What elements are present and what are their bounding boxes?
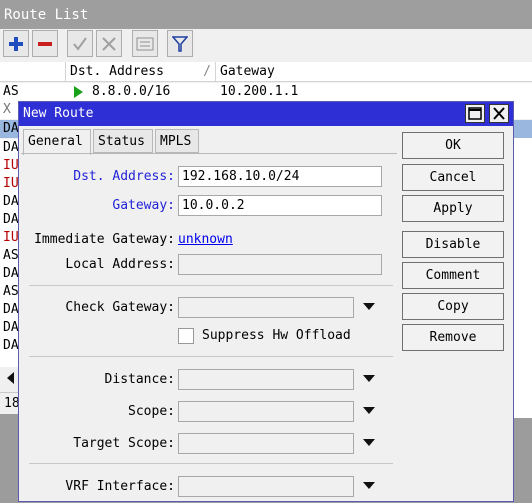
maximize-button[interactable] xyxy=(465,104,485,123)
scope-select[interactable] xyxy=(178,401,354,422)
disable-button[interactable]: Disable xyxy=(402,231,504,258)
general-panel: Dst. Address: 192.168.10.0/24 Gateway: 1… xyxy=(21,153,397,503)
suppress-hw-offload-checkbox[interactable] xyxy=(178,328,194,344)
dst-address-field[interactable]: 192.168.10.0/24 xyxy=(178,166,382,187)
flags-column-header[interactable] xyxy=(0,62,66,82)
local-address-field xyxy=(178,254,382,275)
dialog-title-bar: New Route xyxy=(19,102,513,126)
filter-icon xyxy=(172,35,188,52)
remove-button[interactable]: Remove xyxy=(402,324,504,351)
apply-button[interactable]: Apply xyxy=(402,195,504,222)
copy-button[interactable]: Copy xyxy=(402,293,504,320)
comment-button[interactable] xyxy=(132,30,158,57)
chevron-down-icon[interactable] xyxy=(362,476,376,496)
target-scope-label: Target Scope: xyxy=(73,436,175,451)
active-route-icon xyxy=(74,86,83,98)
gateway-column-header[interactable]: Gateway xyxy=(216,62,532,82)
vrf-interface-label: VRF Interface: xyxy=(65,479,175,494)
distance-select[interactable] xyxy=(178,369,354,390)
chevron-down-icon[interactable] xyxy=(362,401,376,421)
add-button[interactable] xyxy=(3,30,29,57)
filter-button[interactable] xyxy=(167,30,193,57)
close-icon xyxy=(493,107,505,120)
sort-icon: / xyxy=(203,64,211,79)
new-route-dialog: New Route General Status MPLS Dst. Addre… xyxy=(18,101,514,502)
chevron-down-icon[interactable] xyxy=(362,433,376,453)
tab-general[interactable]: General xyxy=(23,129,91,155)
tab-mpls[interactable]: MPLS xyxy=(155,129,199,153)
comment-button[interactable]: Comment xyxy=(402,262,504,289)
check-gateway-select[interactable] xyxy=(178,297,354,318)
cancel-button[interactable]: Cancel xyxy=(402,164,504,191)
ok-button[interactable]: OK xyxy=(402,132,504,159)
remove-button[interactable] xyxy=(32,30,58,57)
vrf-interface-select[interactable] xyxy=(178,476,354,497)
distance-label: Distance: xyxy=(104,372,175,387)
target-scope-select[interactable] xyxy=(178,433,354,454)
list-right-edge xyxy=(514,120,532,502)
route-table-header: Dst. Address / Gateway xyxy=(0,62,532,82)
note-icon xyxy=(136,37,154,50)
gateway-field[interactable]: 10.0.0.2 xyxy=(178,195,382,216)
toolbar xyxy=(0,29,532,61)
cross-icon xyxy=(102,36,116,51)
close-button[interactable] xyxy=(489,104,509,123)
route-list-title: Route List xyxy=(0,0,532,29)
immediate-gateway-label: Immediate Gateway: xyxy=(34,232,175,247)
check-icon xyxy=(73,36,87,51)
local-address-label: Local Address: xyxy=(65,257,175,272)
check-gateway-label: Check Gateway: xyxy=(65,300,175,315)
minus-icon xyxy=(38,41,52,46)
dst-address-column-header[interactable]: Dst. Address / xyxy=(66,62,216,82)
tab-status[interactable]: Status xyxy=(93,129,153,153)
suppress-hw-offload-label: Suppress Hw Offload xyxy=(202,328,351,343)
chevron-down-icon[interactable] xyxy=(362,369,376,389)
table-row[interactable]: AS 8.8.0.0/16 10.200.1.1 xyxy=(0,83,532,101)
divider xyxy=(29,356,393,357)
enable-button[interactable] xyxy=(67,30,93,57)
chevron-down-icon[interactable] xyxy=(362,297,376,317)
maximize-icon xyxy=(468,107,482,120)
plus-icon xyxy=(9,36,23,51)
divider xyxy=(29,285,393,286)
immediate-gateway-link[interactable]: unknown xyxy=(178,230,233,250)
dst-address-label: Dst. Address: xyxy=(73,169,175,184)
divider xyxy=(29,463,393,464)
scope-label: Scope: xyxy=(128,404,175,419)
dialog-title: New Route xyxy=(23,106,94,121)
gateway-label: Gateway: xyxy=(112,198,175,213)
disable-button[interactable] xyxy=(96,30,122,57)
